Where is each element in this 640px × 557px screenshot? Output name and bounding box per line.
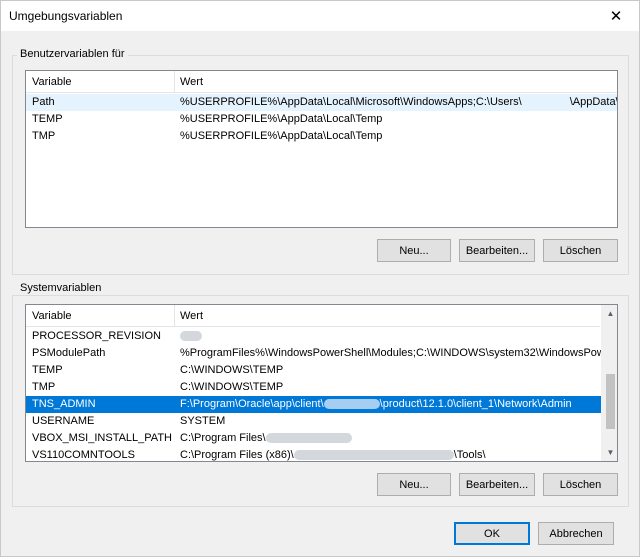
table-row[interactable]: VS110COMNTOOLS C:\Program Files (x86)\ \T… xyxy=(26,447,601,461)
redacted-block xyxy=(180,331,202,342)
system-delete-button[interactable]: Löschen xyxy=(543,473,618,496)
column-header-variable[interactable]: Variable xyxy=(26,305,174,327)
system-new-button[interactable]: Neu... xyxy=(377,473,451,496)
variable-value: C:\WINDOWS\TEMP xyxy=(180,364,284,376)
table-row[interactable]: TMP C:\WINDOWS\TEMP xyxy=(26,379,601,396)
variable-name: TMP xyxy=(32,381,56,393)
scroll-down-arrow[interactable]: ▼ xyxy=(602,444,617,461)
variable-value-tail: \Tools\ xyxy=(453,449,486,461)
column-header-value[interactable]: Wert xyxy=(174,71,614,93)
variable-value-wrap: C:\Program Files\ xyxy=(180,430,352,447)
user-delete-button[interactable]: Löschen xyxy=(543,239,618,262)
system-list-header: Variable Wert xyxy=(26,305,600,327)
variable-value: F:\Program\Oracle\app\client\ xyxy=(180,398,324,410)
system-list-scrollbar[interactable]: ▲ ▼ xyxy=(601,305,617,461)
variable-value: %USERPROFILE%\AppData\Local\Temp xyxy=(180,113,383,125)
variable-name: TMP xyxy=(32,130,56,142)
redacted-block xyxy=(293,450,454,461)
variable-value-wrap: C:\Program Files (x86)\ \Tools\ xyxy=(180,447,486,461)
variable-name: Path xyxy=(32,96,55,108)
variable-name: PROCESSOR_REVISION xyxy=(32,330,161,342)
variable-value: SYSTEM xyxy=(180,415,226,427)
environment-variables-dialog: Umgebungsvariablen ✕ Benutzervariablen f… xyxy=(0,0,640,557)
table-row[interactable]: TEMP %USERPROFILE%\AppData\Local\Temp xyxy=(26,111,617,128)
variable-value: C:\WINDOWS\TEMP xyxy=(180,381,284,393)
variable-value: %USERPROFILE%\AppData\Local\Microsoft\Wi… xyxy=(180,96,522,108)
variable-value: C:\Program Files (x86)\ xyxy=(180,449,294,461)
close-icon: ✕ xyxy=(609,8,623,25)
variable-value-tail: \product\12.1.0\client_1\Network\Admin xyxy=(379,398,572,410)
variable-name: PSModulePath xyxy=(32,347,106,359)
title-bar: Umgebungsvariablen ✕ xyxy=(1,1,639,31)
user-variables-label: Benutzervariablen für xyxy=(17,48,128,60)
redacted-block xyxy=(323,399,380,410)
scroll-up-arrow[interactable]: ▲ xyxy=(602,305,617,322)
variable-name: TEMP xyxy=(32,113,63,125)
user-variables-list[interactable]: Variable Wert Path %USERPROFILE%\AppData… xyxy=(25,70,618,228)
user-list-header: Variable Wert xyxy=(26,71,617,93)
redacted-block xyxy=(522,97,570,107)
chevron-down-icon: ▼ xyxy=(606,448,615,457)
window-title: Umgebungsvariablen xyxy=(9,9,123,23)
redacted-block xyxy=(265,433,352,444)
variable-name: VS110COMNTOOLS xyxy=(32,449,135,461)
cancel-button[interactable]: Abbrechen xyxy=(538,522,614,545)
variable-value-tail: \AppData\... xyxy=(569,96,618,108)
scrollbar-thumb[interactable] xyxy=(606,374,615,429)
table-row[interactable]: TEMP C:\WINDOWS\TEMP xyxy=(26,362,601,379)
table-row[interactable]: PROCESSOR_REVISION xyxy=(26,328,601,345)
variable-name: USERNAME xyxy=(32,415,95,427)
chevron-up-icon: ▲ xyxy=(606,309,615,318)
table-row[interactable]: TMP %USERPROFILE%\AppData\Local\Temp xyxy=(26,128,617,145)
variable-value-wrap: %USERPROFILE%\AppData\Local\Microsoft\Wi… xyxy=(180,94,618,111)
table-row-selected[interactable]: TNS_ADMIN F:\Program\Oracle\app\client\ \… xyxy=(26,396,601,413)
column-header-variable[interactable]: Variable xyxy=(26,71,174,93)
variable-value: %USERPROFILE%\AppData\Local\Temp xyxy=(180,130,383,142)
variable-name: TEMP xyxy=(32,364,63,376)
user-new-button[interactable]: Neu... xyxy=(377,239,451,262)
user-edit-button[interactable]: Bearbeiten... xyxy=(459,239,535,262)
variable-value: %ProgramFiles%\WindowsPowerShell\Modules… xyxy=(180,347,618,359)
close-button[interactable]: ✕ xyxy=(593,1,639,31)
table-row[interactable]: USERNAME SYSTEM xyxy=(26,413,601,430)
system-variables-label: Systemvariablen xyxy=(17,282,105,294)
table-row[interactable]: PSModulePath %ProgramFiles%\WindowsPower… xyxy=(26,345,617,362)
system-variables-list[interactable]: Variable Wert PROCESSOR_REVISION PSModul… xyxy=(25,304,618,462)
table-row[interactable]: Path %USERPROFILE%\AppData\Local\Microso… xyxy=(26,94,617,111)
system-edit-button[interactable]: Bearbeiten... xyxy=(459,473,535,496)
variable-value-wrap: F:\Program\Oracle\app\client\ \product\12… xyxy=(180,396,572,413)
table-row[interactable]: VBOX_MSI_INSTALL_PATH C:\Program Files\ xyxy=(26,430,601,447)
variable-name: TNS_ADMIN xyxy=(32,398,96,410)
column-header-value[interactable]: Wert xyxy=(174,305,594,327)
variable-value-wrap xyxy=(180,328,202,345)
variable-name: VBOX_MSI_INSTALL_PATH xyxy=(32,432,172,444)
ok-button[interactable]: OK xyxy=(454,522,530,545)
variable-value: C:\Program Files\ xyxy=(180,432,266,444)
